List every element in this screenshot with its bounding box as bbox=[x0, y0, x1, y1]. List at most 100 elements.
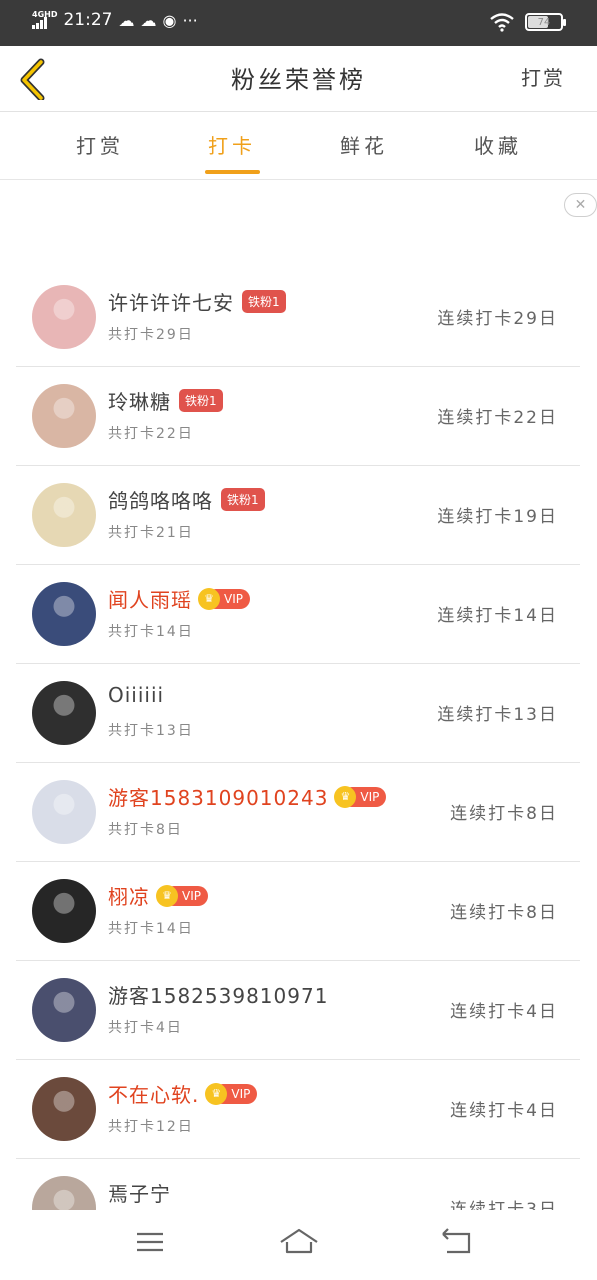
tab-favorites[interactable]: 收藏 bbox=[448, 130, 548, 159]
username: Oiiiiii bbox=[108, 683, 165, 707]
compass-icon: ◉ bbox=[162, 10, 177, 30]
fan-level-badge: 铁粉1 bbox=[179, 389, 223, 412]
fan-level-badge: 铁粉1 bbox=[221, 488, 265, 511]
tab-reward[interactable]: 打赏 bbox=[50, 130, 150, 159]
username: 鸽鸽咯咯咯 bbox=[108, 489, 213, 513]
username: 闻人雨瑶 bbox=[108, 588, 192, 612]
crown-icon: ♛ bbox=[198, 587, 220, 610]
vip-label: VIP bbox=[224, 591, 243, 606]
avatar[interactable] bbox=[32, 384, 96, 448]
username-line: 许许许许七安 铁粉1 bbox=[108, 287, 286, 316]
streak-text: 连续打卡8日 bbox=[450, 903, 558, 923]
avatar[interactable] bbox=[32, 1077, 96, 1141]
menu-button[interactable] bbox=[128, 1224, 172, 1260]
status-right: 74 bbox=[489, 12, 566, 32]
close-button[interactable]: ✕ bbox=[564, 193, 597, 217]
status-bar: 4GHD 21:27 ☁ ☁ ◉ ··· 74 bbox=[0, 0, 597, 46]
streak-text: 连续打卡29日 bbox=[437, 309, 558, 329]
list-item[interactable]: 游客15825398109​71 共打卡4日 连续打卡4日 bbox=[16, 961, 580, 1060]
crown-icon: ♛ bbox=[205, 1082, 228, 1105]
username-line: 鸽鸽咯咯咯 铁粉1 bbox=[108, 485, 265, 514]
vip-badge: ♛ VIP bbox=[156, 884, 208, 907]
total-checkins: 共打卡14日 bbox=[108, 921, 194, 937]
home-button[interactable] bbox=[277, 1224, 321, 1260]
avatar[interactable] bbox=[32, 582, 96, 646]
vip-label: VIP bbox=[231, 1086, 251, 1101]
header: 粉丝荣誉榜 打赏 bbox=[0, 46, 597, 112]
username-line: 游客15825398109​71 bbox=[108, 980, 328, 1009]
list-item[interactable]: 鸽鸽咯咯咯 铁粉1 共打卡21日 连续打卡19日 bbox=[16, 466, 580, 565]
status-left: 4GHD 21:27 ☁ ☁ ◉ ··· bbox=[32, 10, 198, 30]
menu-icon bbox=[137, 1232, 163, 1252]
total-checkins: 共打卡8日 bbox=[108, 822, 183, 838]
list-item[interactable]: 许许许许七安 铁粉1 共打卡29日 连续打卡29日 bbox=[16, 268, 580, 367]
list-item[interactable]: 不在心软. ♛ VIP 共打卡12日 连续打卡4日 bbox=[16, 1060, 580, 1159]
username: 游客15831090102​43 bbox=[108, 786, 329, 810]
back-icon bbox=[442, 1228, 471, 1254]
close-icon: ✕ bbox=[574, 197, 587, 213]
tab-flowers[interactable]: 鲜花 bbox=[314, 130, 414, 159]
reward-button[interactable]: 打赏 bbox=[521, 62, 565, 91]
fan-level-badge: 铁粉1 bbox=[242, 290, 286, 313]
total-checkins: 共打卡29日 bbox=[108, 327, 194, 343]
avatar[interactable] bbox=[32, 780, 96, 844]
streak-text: 连续打卡3日 bbox=[450, 1200, 558, 1210]
more-icon: ··· bbox=[182, 10, 198, 30]
total-checkins: 共打卡22日 bbox=[108, 426, 194, 442]
vip-label: VIP bbox=[360, 789, 380, 804]
username: 许许许许七安 bbox=[108, 291, 234, 315]
username: 玲琳糖 bbox=[108, 390, 171, 414]
username-line: Oiiiiii bbox=[108, 683, 164, 707]
list-item[interactable]: Oiiiiii 共打卡13日 连续打卡13日 bbox=[16, 664, 580, 763]
streak-text: 连续打卡8日 bbox=[450, 804, 558, 824]
vip-badge: ♛ VIP bbox=[198, 587, 250, 610]
avatar[interactable] bbox=[32, 1176, 96, 1210]
tab-underline bbox=[205, 170, 260, 174]
vip-label: VIP bbox=[182, 888, 201, 903]
total-checkins: 共打卡4日 bbox=[108, 1020, 183, 1036]
list-item[interactable]: 玲琳糖 铁粉1 共打卡22日 连续打卡22日 bbox=[16, 367, 580, 466]
status-time: 21:27 bbox=[63, 10, 113, 30]
vip-badge: ♛ VIP bbox=[205, 1082, 258, 1105]
avatar[interactable] bbox=[32, 285, 96, 349]
username-line: 焉子宁 bbox=[108, 1178, 171, 1207]
system-nav-bar bbox=[0, 1210, 597, 1280]
tab-bar: 打赏 打卡 鲜花 收藏 bbox=[0, 112, 597, 180]
battery-icon: 74 bbox=[525, 13, 566, 31]
streak-text: 连续打卡13日 bbox=[437, 705, 558, 725]
avatar[interactable] bbox=[32, 879, 96, 943]
avatar[interactable] bbox=[32, 483, 96, 547]
list-item[interactable]: 焉子宁连续打卡3日 bbox=[16, 1159, 580, 1210]
system-back-button[interactable] bbox=[433, 1224, 477, 1260]
list-item[interactable]: 栩凉 ♛ VIP 共打卡14日 连续打卡8日 bbox=[16, 862, 580, 961]
home-icon bbox=[280, 1228, 318, 1254]
username-line: 栩凉 ♛ VIP bbox=[108, 881, 208, 910]
streak-text: 连续打卡14日 bbox=[437, 606, 558, 626]
total-checkins: 共打卡13日 bbox=[108, 723, 194, 739]
list-item[interactable]: 游客15831090102​43 ♛ VIP 共打卡8日 连续打卡8日 bbox=[16, 763, 580, 862]
avatar[interactable] bbox=[32, 681, 96, 745]
page-title: 粉丝荣誉榜 bbox=[231, 66, 366, 94]
cloud-icon: ☁ bbox=[140, 10, 157, 30]
username: 焉子宁 bbox=[108, 1182, 171, 1206]
crown-icon: ♛ bbox=[156, 884, 178, 907]
username: 游客15825398109​71 bbox=[108, 984, 329, 1008]
cloud-icon: ☁ bbox=[118, 10, 135, 30]
total-checkins: 共打卡12日 bbox=[108, 1119, 194, 1135]
checkin-ranking-list: 许许许许七安 铁粉1 共打卡29日 连续打卡29日 玲琳糖 铁粉1 共打卡22日 连续打卡22… bbox=[16, 268, 580, 1210]
username: 栩凉 bbox=[108, 885, 150, 909]
username-line: 玲琳糖 铁粉1 bbox=[108, 386, 223, 415]
crown-icon: ♛ bbox=[334, 785, 357, 808]
streak-text: 连续打卡4日 bbox=[450, 1101, 558, 1121]
tab-checkin[interactable]: 打卡 bbox=[182, 130, 282, 159]
battery-level: 74 bbox=[537, 16, 551, 28]
total-checkins: 共打卡21日 bbox=[108, 525, 194, 541]
username-line: 不在心软. ♛ VIP bbox=[108, 1079, 258, 1108]
wifi-icon bbox=[490, 13, 514, 32]
streak-text: 连续打卡22日 bbox=[437, 408, 558, 428]
list-item[interactable]: 闻人雨瑶 ♛ VIP 共打卡14日 连续打卡14日 bbox=[16, 565, 580, 664]
streak-text: 连续打卡19日 bbox=[437, 507, 558, 527]
streak-text: 连续打卡4日 bbox=[450, 1002, 558, 1022]
total-checkins: 共打卡14日 bbox=[108, 624, 194, 640]
avatar[interactable] bbox=[32, 978, 96, 1042]
